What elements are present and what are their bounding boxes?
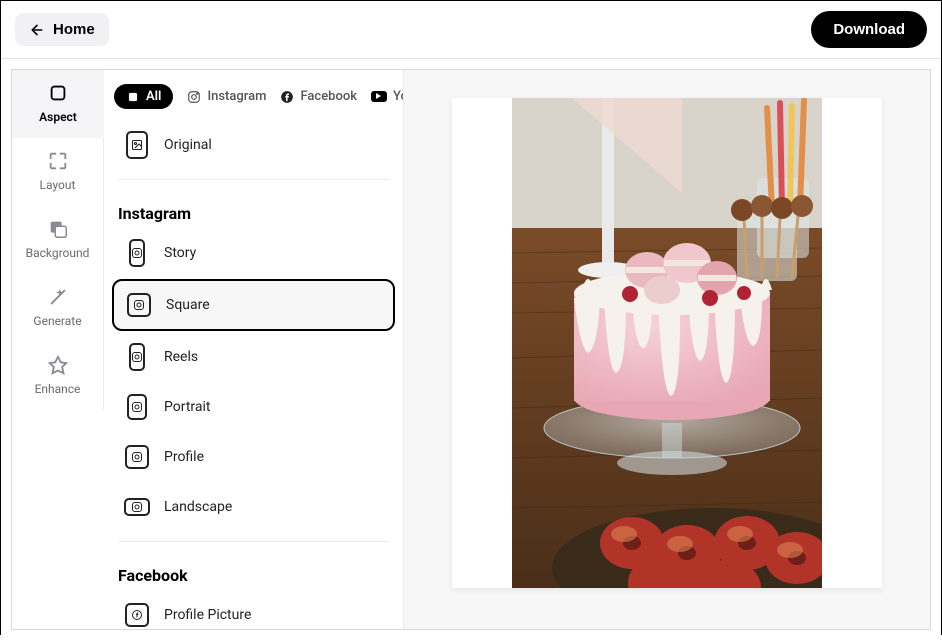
- home-button[interactable]: Home: [15, 13, 109, 46]
- filter-instagram[interactable]: Instagram: [187, 89, 266, 104]
- aspect-panel: All Instagram Facebook YouTube: [104, 70, 404, 629]
- download-button[interactable]: Download: [811, 11, 927, 48]
- aspect-label: Landscape: [164, 499, 232, 515]
- aspect-instagram-reels[interactable]: Reels: [112, 333, 395, 381]
- canvas-preview[interactable]: [452, 98, 882, 588]
- aspect-instagram-square[interactable]: Square: [112, 279, 395, 331]
- filter-facebook[interactable]: Facebook: [280, 89, 357, 104]
- sidebar-item-background[interactable]: Background: [12, 206, 104, 274]
- enhance-icon: [47, 354, 69, 376]
- editor-frame: Aspect Layout Background Generate Enhanc…: [11, 69, 931, 630]
- aspect-original[interactable]: Original: [112, 121, 395, 169]
- section-facebook: Facebook: [104, 552, 403, 589]
- sidebar-item-generate[interactable]: Generate: [12, 274, 104, 342]
- filter-label: Facebook: [300, 89, 357, 104]
- filter-youtube[interactable]: YouTube: [371, 89, 403, 104]
- sidebar: Aspect Layout Background Generate Enhanc…: [12, 70, 104, 629]
- sidebar-item-aspect[interactable]: Aspect: [12, 70, 104, 138]
- profile-icon: [124, 441, 150, 473]
- sidebar-label: Background: [26, 246, 90, 260]
- aspect-icon: [47, 82, 69, 104]
- divider: [118, 179, 389, 180]
- canvas-area: [404, 70, 930, 629]
- sidebar-item-layout[interactable]: Layout: [12, 138, 104, 206]
- sidebar-label: Generate: [33, 314, 81, 328]
- home-label: Home: [53, 21, 95, 38]
- facebook-icon: [280, 90, 294, 104]
- aspect-instagram-story[interactable]: Story: [112, 229, 395, 277]
- youtube-icon: [371, 91, 387, 102]
- filter-all[interactable]: All: [114, 84, 173, 109]
- filter-label: All: [146, 89, 161, 104]
- aspect-label: Profile: [164, 449, 204, 465]
- aspect-label: Reels: [164, 349, 198, 365]
- sidebar-label: Enhance: [35, 382, 81, 396]
- sidebar-item-enhance[interactable]: Enhance: [12, 342, 104, 410]
- workspace: Aspect Layout Background Generate Enhanc…: [1, 59, 941, 640]
- reels-icon: [124, 341, 150, 373]
- aspect-instagram-portrait[interactable]: Portrait: [112, 383, 395, 431]
- aspect-label: Square: [166, 297, 210, 313]
- download-label: Download: [833, 21, 905, 38]
- filter-label: Instagram: [207, 89, 266, 104]
- filter-row: All Instagram Facebook YouTube: [104, 80, 403, 119]
- fb-profile-icon: [124, 599, 150, 629]
- arrow-left-icon: [29, 22, 45, 38]
- aspect-label: Original: [164, 137, 212, 153]
- section-instagram: Instagram: [104, 190, 403, 227]
- aspect-instagram-landscape[interactable]: Landscape: [112, 483, 395, 531]
- divider: [118, 541, 389, 542]
- instagram-icon: [187, 90, 201, 104]
- aspect-facebook-profile-picture[interactable]: Profile Picture: [112, 591, 395, 629]
- generate-icon: [47, 286, 69, 308]
- background-icon: [47, 218, 69, 240]
- sidebar-label: Layout: [40, 178, 76, 192]
- topbar: Home Download: [1, 1, 941, 59]
- aspect-label: Profile Picture: [164, 607, 251, 623]
- story-icon: [124, 237, 150, 269]
- square-icon: [126, 289, 152, 321]
- aspect-label: Story: [164, 245, 196, 261]
- portrait-icon: [124, 391, 150, 423]
- landscape-icon: [124, 491, 150, 523]
- aspect-instagram-profile[interactable]: Profile: [112, 433, 395, 481]
- preview-image: [512, 98, 822, 588]
- square-icon: [126, 90, 140, 104]
- aspect-label: Portrait: [164, 399, 210, 415]
- layout-icon: [47, 150, 69, 172]
- filter-label: YouTube: [393, 89, 403, 104]
- original-icon: [124, 129, 150, 161]
- sidebar-label: Aspect: [39, 110, 77, 124]
